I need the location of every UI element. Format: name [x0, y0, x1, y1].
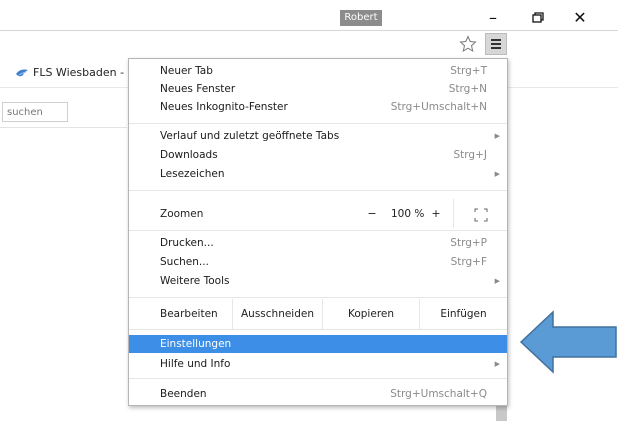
paste-button[interactable]: Einfügen [420, 299, 507, 329]
menu-separator [129, 329, 507, 330]
hamburger-icon-bar [491, 43, 501, 45]
search-input[interactable] [2, 102, 68, 122]
menu-item-new-window[interactable]: Neues Fenster Strg+N [129, 80, 507, 98]
star-icon [459, 35, 477, 53]
menu-item-print[interactable]: Drucken... Strg+P [129, 234, 507, 252]
menu-item-label: Neuer Tab [160, 65, 213, 77]
menu-item-downloads[interactable]: Downloads Strg+J [129, 146, 507, 164]
fullscreen-button[interactable] [474, 207, 488, 222]
bookmark-star-button[interactable] [459, 35, 477, 53]
menu-item-shortcut: Strg+F [450, 256, 487, 268]
minimize-button[interactable]: – [478, 7, 508, 29]
menu-item-shortcut: Strg+T [450, 65, 487, 77]
zoom-level: 100 % [391, 208, 425, 220]
menu-item-label: Lesezeichen [160, 168, 225, 180]
profile-badge[interactable]: Robert [340, 10, 382, 26]
menu-item-shortcut: Strg+N [448, 83, 487, 95]
menu-item-label: Downloads [160, 149, 218, 161]
menu-item-shortcut: Strg+Umschalt+N [390, 101, 487, 113]
menu-item-label: Weitere Tools [160, 275, 230, 287]
close-button[interactable]: ✕ [565, 7, 595, 29]
fullscreen-icon [474, 208, 488, 222]
cut-button[interactable]: Ausschneiden [233, 299, 322, 329]
restore-button[interactable] [522, 7, 552, 29]
menu-item-bookmarks[interactable]: Lesezeichen ▶ [129, 165, 507, 183]
pointer-arrow-icon [519, 310, 617, 374]
menu-edit-row: Bearbeiten Ausschneiden Kopieren Einfüge… [129, 299, 507, 329]
submenu-arrow-icon: ▶ [494, 132, 500, 140]
submenu-arrow-icon: ▶ [494, 170, 500, 178]
menu-item-more-tools[interactable]: Weitere Tools ▶ [129, 272, 507, 290]
menu-separator [129, 190, 507, 191]
menu-separator [129, 230, 507, 231]
toolbar [0, 30, 618, 59]
chrome-menu: Neuer Tab Strg+T Neues Fenster Strg+N Ne… [128, 58, 508, 406]
zoom-in-button[interactable]: + [429, 205, 443, 223]
menu-item-shortcut: Strg+Umschalt+Q [390, 388, 487, 400]
menu-item-label: Beenden [160, 388, 207, 400]
menu-item-history[interactable]: Verlauf und zuletzt geöffnete Tabs ▶ [129, 127, 507, 145]
menu-item-new-tab[interactable]: Neuer Tab Strg+T [129, 62, 507, 80]
zoom-label: Zoomen [160, 208, 204, 220]
submenu-arrow-icon: ▶ [494, 360, 500, 368]
menu-item-incognito[interactable]: Neues Inkognito-Fenster Strg+Umschalt+N [129, 98, 507, 116]
copy-button[interactable]: Kopieren [323, 299, 419, 329]
menu-item-label: Neues Fenster [160, 83, 236, 95]
submenu-arrow-icon: ▶ [494, 277, 500, 285]
menu-separator [129, 378, 507, 379]
menu-separator [129, 123, 507, 124]
page-divider [0, 127, 127, 128]
menu-item-settings[interactable]: Einstellungen [129, 335, 507, 353]
hamburger-icon [491, 39, 501, 41]
menu-item-label: Drucken... [160, 237, 214, 249]
menu-zoom-row: Zoomen − 100 % + [129, 199, 507, 228]
menu-item-label: Suchen... [160, 256, 209, 268]
menu-item-label: Neues Inkognito-Fenster [160, 101, 288, 113]
menu-item-help[interactable]: Hilfe und Info ▶ [129, 355, 507, 373]
hamburger-icon-bar [491, 47, 501, 49]
chrome-menu-button[interactable] [485, 33, 507, 55]
menu-item-find[interactable]: Suchen... Strg+F [129, 253, 507, 271]
zoom-divider [453, 199, 454, 228]
zoom-out-button[interactable]: − [365, 205, 379, 223]
menu-separator [129, 297, 507, 298]
menu-item-exit[interactable]: Beenden Strg+Umschalt+Q [129, 385, 507, 403]
menu-item-shortcut: Strg+J [453, 149, 487, 161]
menu-item-label: Einstellungen [160, 338, 232, 350]
bird-favicon-icon [16, 69, 28, 77]
menu-item-label: Hilfe und Info [160, 358, 231, 370]
edit-label: Bearbeiten [160, 308, 218, 320]
restore-icon [532, 12, 544, 23]
menu-item-label: Verlauf und zuletzt geöffnete Tabs [160, 130, 340, 142]
menu-item-shortcut: Strg+P [450, 237, 487, 249]
